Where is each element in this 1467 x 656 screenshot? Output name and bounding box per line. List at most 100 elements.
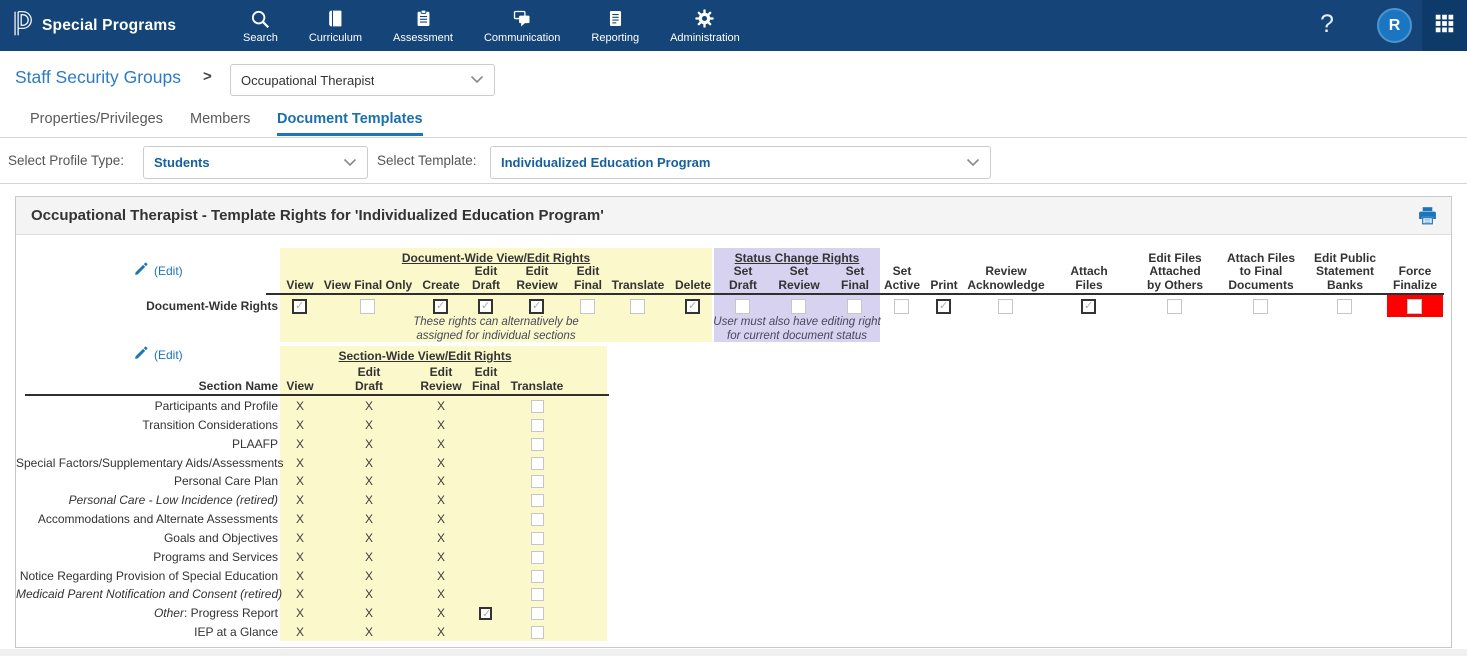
doc-column-header: Edit Files Attached by Others [1147,252,1203,292]
section-column-header: Translate [511,380,564,393]
doc-column-header: Create [422,279,459,292]
right-granted-x: X [296,510,304,529]
tab-document-templates[interactable]: Document Templates [277,111,423,127]
right-granted-x: X [365,604,373,623]
right-granted-x: X [437,548,445,567]
edit-final-checkbox[interactable] [479,607,492,620]
translate-checkbox[interactable] [531,400,544,413]
translate-checkbox[interactable] [531,607,544,620]
right-granted-x: X [365,567,373,586]
section-name: Medicaid Parent Notification and Consent… [16,585,278,604]
template-dropdown[interactable]: Individualized Education Program [490,146,991,179]
right-granted-x: X [296,472,304,491]
right-granted-x: X [437,604,445,623]
translate-checkbox[interactable] [531,532,544,545]
app-logo[interactable]: Special Programs [12,0,176,51]
nav-item-curriculum[interactable]: Curriculum [309,8,362,44]
section-row: Notice Regarding Provision of Special Ed… [16,567,1451,586]
filter-bar: Select Profile Type: Students Select Tem… [0,139,1467,184]
gear-icon [694,8,715,30]
powerschool-logo-icon [12,10,33,42]
translate-checkbox[interactable] [531,438,544,451]
help-button[interactable]: ? [1320,10,1334,39]
right-granted-x: X [437,472,445,491]
doc-column-header: Delete [675,279,711,292]
section-row: Personal Care - Low Incidence (retired) X… [16,491,1451,510]
doc-right-checkbox[interactable] [580,299,595,314]
doc-right-checkbox[interactable] [847,299,862,314]
doc-right-checkbox[interactable] [360,299,375,314]
translate-checkbox[interactable] [531,419,544,432]
section-name: Other: Progress Report [16,604,278,623]
doc-right-checkbox[interactable] [685,299,700,314]
section-name: Personal Care Plan [16,472,278,491]
nav-item-search[interactable]: Search [243,8,278,44]
doc-column-header: Edit Draft [472,265,500,292]
doc-right-checkbox[interactable] [1081,299,1096,314]
tab-properties-privileges[interactable]: Properties/Privileges [30,111,163,127]
doc-column-header: Set Draft [729,265,757,292]
doc-right-checkbox[interactable] [1253,299,1268,314]
translate-checkbox[interactable] [531,588,544,601]
nav-item-administration[interactable]: Administration [670,8,740,44]
app-grid-button[interactable] [1422,0,1467,51]
doc-right-checkbox[interactable] [1167,299,1182,314]
nav-item-assessment[interactable]: Assessment [393,8,453,44]
doc-right-checkbox[interactable] [998,299,1013,314]
tab-members[interactable]: Members [190,111,250,127]
translate-checkbox[interactable] [531,551,544,564]
section-name: Accommodations and Alternate Assessments [16,510,278,529]
section-row: Goals and ObjectivesXXX [16,529,1451,548]
section-name-header: Section Name [16,379,278,393]
right-granted-x: X [437,529,445,548]
section-name: Personal Care - Low Incidence (retired) [16,491,278,510]
section-column-header: Edit Review [420,366,461,393]
profile-type-label: Select Profile Type: [8,153,124,168]
right-granted-x: X [437,491,445,510]
nav-item-reporting[interactable]: Reporting [591,8,639,44]
translate-checkbox[interactable] [531,475,544,488]
doc-right-checkbox[interactable] [1337,299,1352,314]
translate-checkbox[interactable] [531,513,544,526]
avatar[interactable]: R [1377,8,1412,43]
doc-column-header: Force Finalize [1393,265,1437,292]
clipboard-icon [414,8,433,30]
doc-right-checkbox[interactable] [433,299,448,314]
doc-right-checkbox[interactable] [1407,299,1422,314]
rights-grid: (Edit) (Edit) Document-Wide View/Edit Ri… [16,235,1451,648]
doc-right-checkbox[interactable] [894,299,909,314]
translate-checkbox[interactable] [531,457,544,470]
doc-column-header: Attach Files to Final Documents [1227,252,1295,292]
doc-right-checkbox[interactable] [292,299,307,314]
section-row: Accommodations and Alternate Assessments… [16,510,1451,529]
section-row: Special Factors/Supplementary Aids/Asses… [16,454,1451,473]
section-name: Goals and Objectives [16,529,278,548]
nav-item-communication[interactable]: Communication [484,8,560,44]
section-row: Personal Care PlanXXX [16,472,1451,491]
right-granted-x: X [296,416,304,435]
section-row: Programs and ServicesXXX [16,548,1451,567]
doc-right-checkbox[interactable] [478,299,493,314]
breadcrumb-separator: > [203,68,212,85]
doc-right-checkbox[interactable] [735,299,750,314]
translate-checkbox[interactable] [531,494,544,507]
translate-checkbox[interactable] [531,626,544,639]
profile-type-dropdown[interactable]: Students [143,146,368,179]
right-granted-x: X [296,585,304,604]
translate-checkbox[interactable] [531,570,544,583]
print-icon[interactable] [1417,205,1438,231]
doc-right-checkbox[interactable] [630,299,645,314]
security-group-dropdown[interactable]: Occupational Therapist [230,64,495,96]
right-granted-x: X [365,454,373,473]
doc-column-header: Review Acknowledge [967,265,1044,292]
right-granted-x: X [296,454,304,473]
topbar: Special Programs Search Curriculum Assessm… [0,0,1467,51]
book-icon [326,8,345,30]
doc-right-checkbox[interactable] [791,299,806,314]
breadcrumb-root-link[interactable]: Staff Security Groups [15,67,181,88]
doc-right-checkbox[interactable] [529,299,544,314]
doc-right-checkbox[interactable] [936,299,951,314]
right-granted-x: X [437,397,445,416]
profile-type-value: Students [144,155,210,170]
report-icon [606,8,625,30]
